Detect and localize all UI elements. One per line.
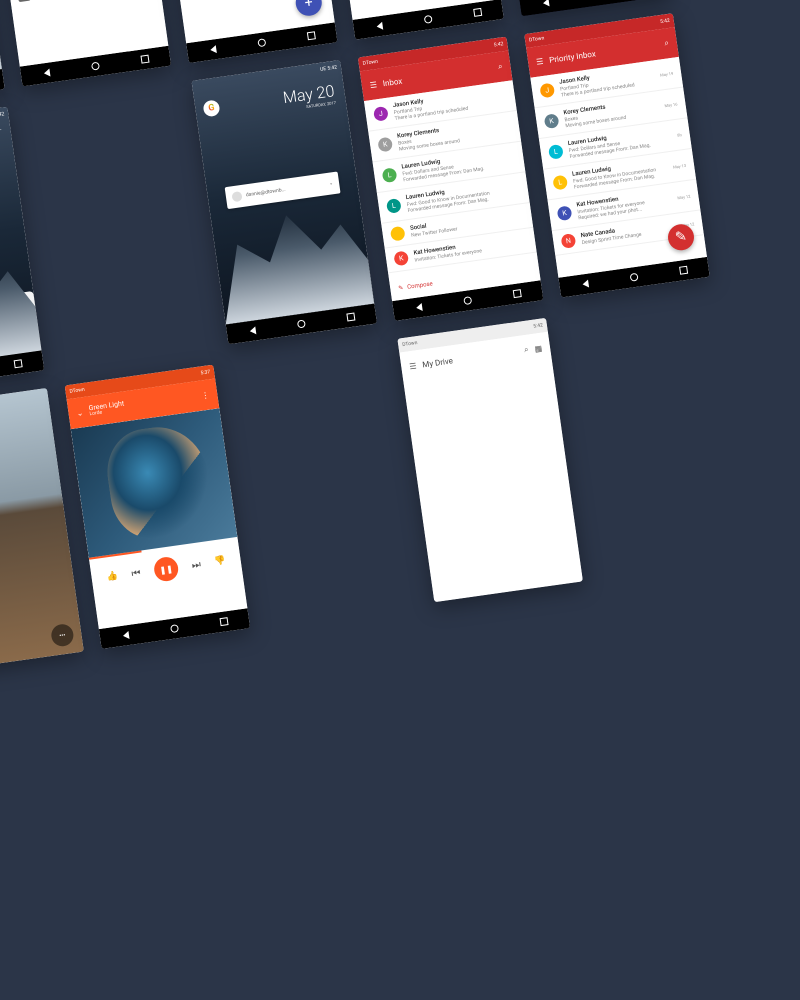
music-screen[interactable]: DTown5:37 ⌄ Green Light Lorde ⋮ 👍 ⏮ ❚❚ ⏭… <box>65 365 251 649</box>
clock-screen[interactable]: DTown5:42 5:50PM WED, MAY 17 ⊕ <box>485 0 671 16</box>
compose-icon[interactable]: ✎ <box>398 284 404 292</box>
album-art <box>71 408 238 558</box>
search-icon[interactable]: ⌕ <box>497 62 503 73</box>
recents-screen[interactable]: 5:42 CLEAR ALL <box>0 107 44 391</box>
drive-screen[interactable]: DTown5:42 ☰ My Drive ⌕ ▦ <box>397 318 583 602</box>
home-screen[interactable]: UE 5:42 May 20 SATURDAY, 2017 G dannie@d… <box>191 60 377 344</box>
dialer-screen[interactable]: DTown5:42 1 2ABC 3DEF 4GHI 5JKL 6MNO 7PQ… <box>318 0 504 40</box>
drive-title: My Drive <box>422 356 454 369</box>
settings-screen[interactable]: DTown100% 5:42 Settings ⌕ Network & Inte… <box>0 0 171 86</box>
social-icon <box>390 226 406 242</box>
inbox-title: Inbox <box>382 76 403 88</box>
thumbs-up-icon[interactable]: 👍 <box>106 571 119 582</box>
lockscreen-mountain[interactable]: DTown5:42 Charged <box>0 0 5 110</box>
thumbs-down-icon[interactable]: 👎 <box>214 556 227 567</box>
search-icon[interactable]: ⌕ <box>523 345 529 356</box>
view-icon[interactable]: ▦ <box>534 343 543 353</box>
storage-icon <box>17 0 31 2</box>
inbox-screen[interactable]: DTown5:42 ☰Inbox⌕ JJason KellyPortland T… <box>358 37 544 321</box>
menu-icon[interactable]: ☰ <box>409 361 417 371</box>
prev-icon[interactable]: ⏮ <box>131 567 141 579</box>
camera-subject <box>0 521 19 631</box>
messages-icon[interactable] <box>244 293 267 316</box>
clear-all[interactable]: CLEAR ALL <box>0 126 3 137</box>
menu-icon[interactable]: ☰ <box>536 56 544 66</box>
search-icon[interactable]: ⌕ <box>664 38 670 49</box>
more-icon[interactable]: ⋮ <box>201 390 210 400</box>
google-search-pill[interactable]: G <box>202 99 220 117</box>
expand-icon[interactable]: ⌄ <box>329 180 334 187</box>
compose-fab[interactable]: + <box>294 0 323 17</box>
chrome-icon[interactable] <box>329 281 352 304</box>
messages-screen[interactable]: DTown5:42 ☰ Messages ⌕ ⋮ Once you start … <box>152 0 338 63</box>
camera-more[interactable]: ••• <box>50 623 75 648</box>
widget-card[interactable]: dannie@dtownb... ⌄ <box>225 171 341 209</box>
chevron-down-icon[interactable]: ⌄ <box>76 408 84 418</box>
menu-icon[interactable]: ☰ <box>369 80 377 90</box>
gmail-icon[interactable] <box>286 287 309 310</box>
priority-inbox-screen[interactable]: DTown5:42 ☰Priority Inbox⌕ JJason KellyP… <box>524 13 710 297</box>
priority-title: Priority Inbox <box>549 49 597 64</box>
next-icon[interactable]: ⏭ <box>191 559 201 571</box>
play-pause-button[interactable]: ❚❚ <box>153 556 180 583</box>
